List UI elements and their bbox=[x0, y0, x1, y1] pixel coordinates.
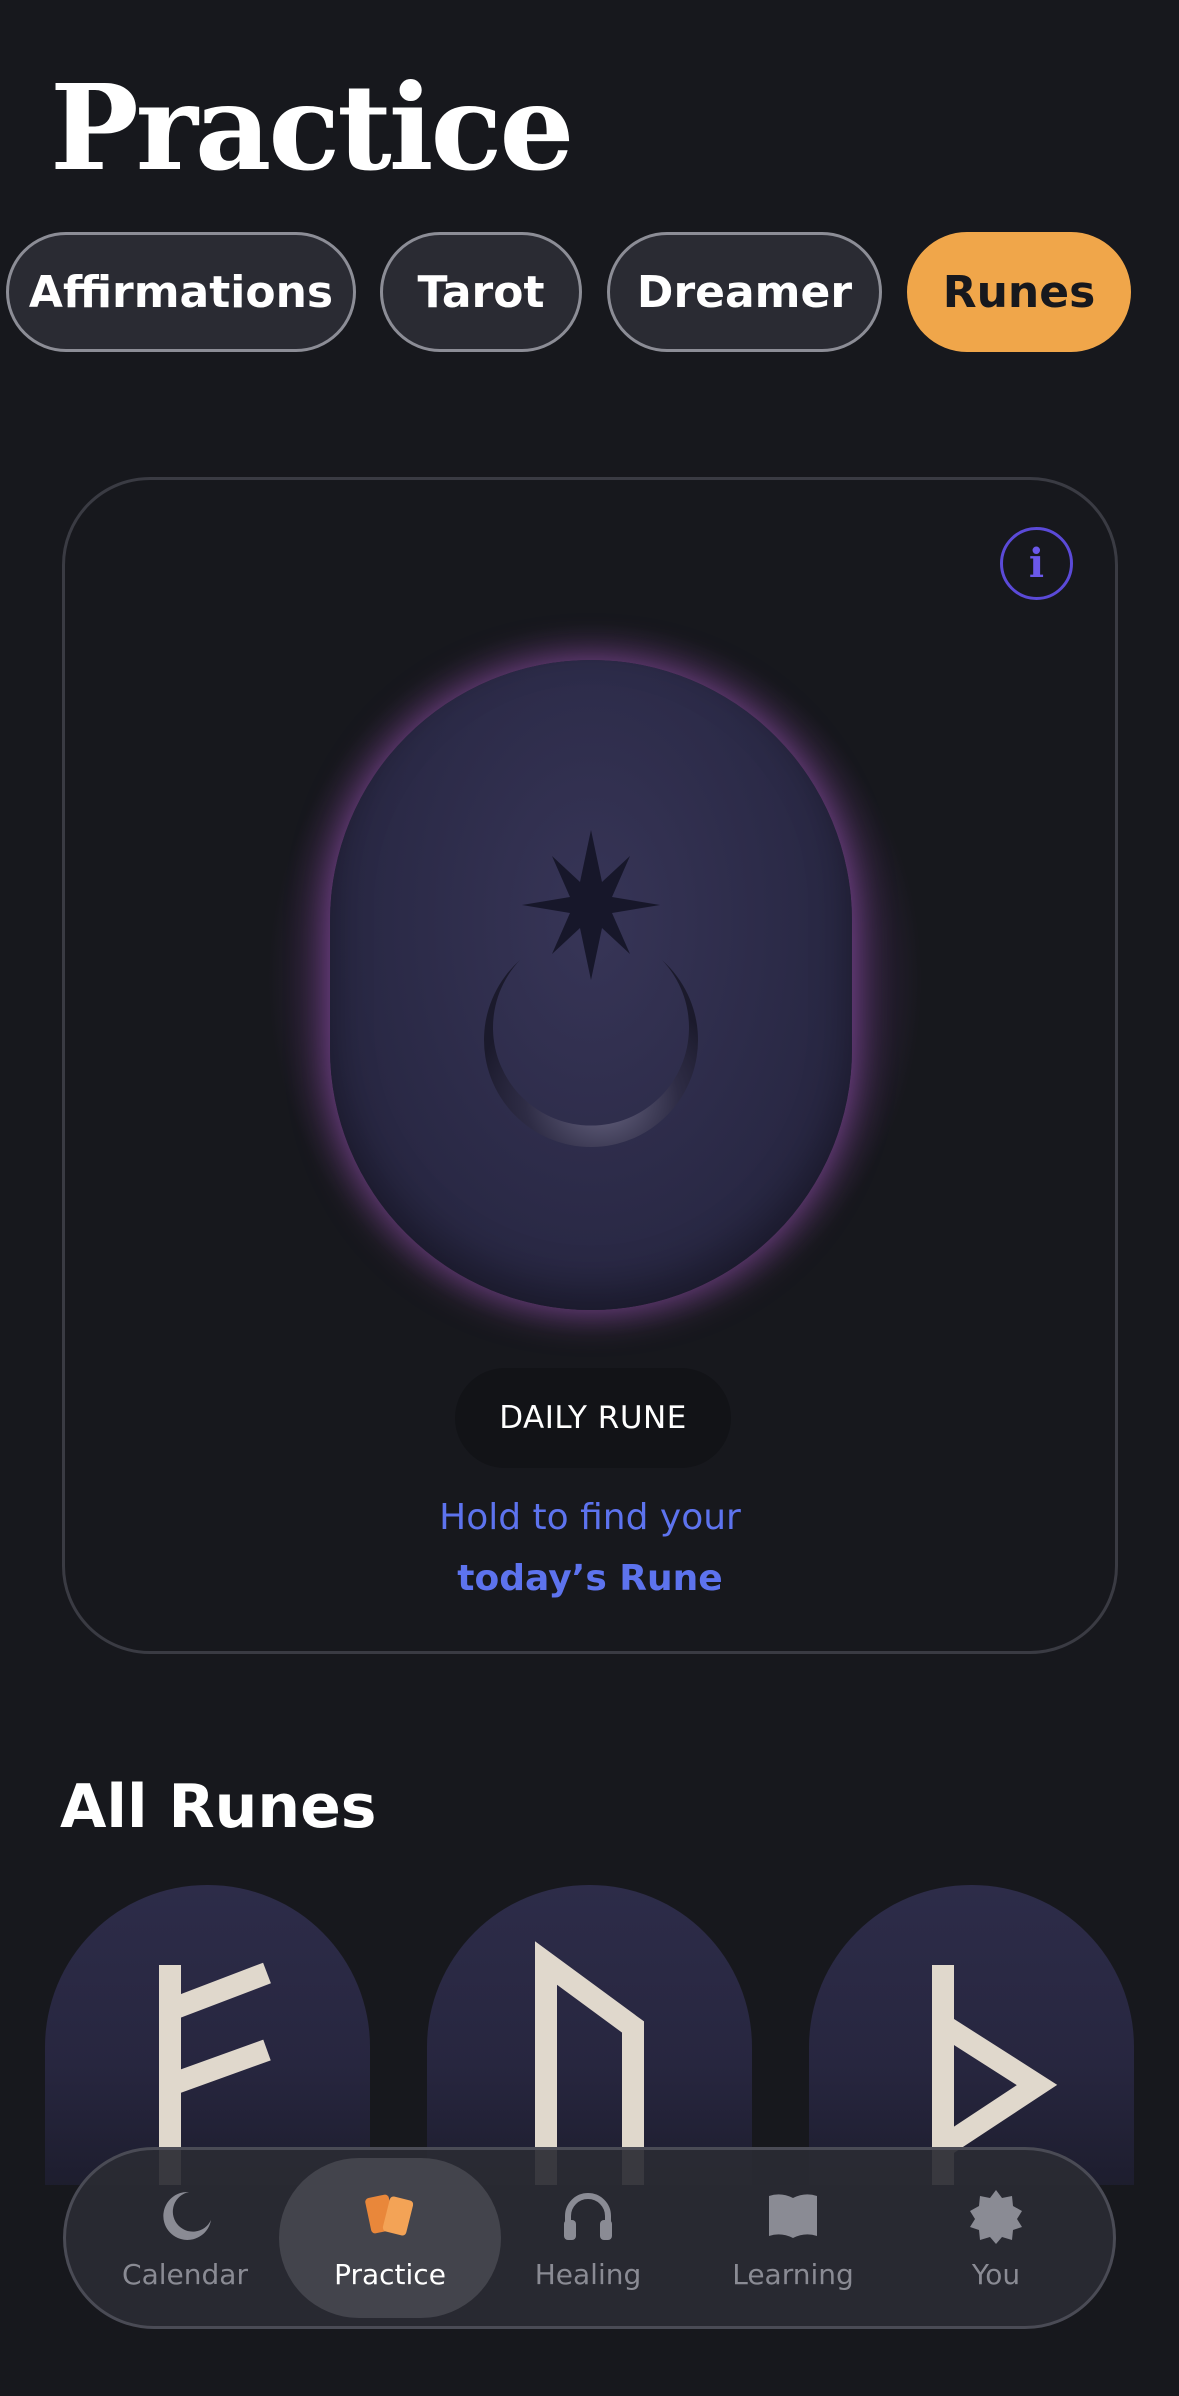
thurisaz-rune-icon bbox=[932, 1965, 1058, 2185]
nav-learning[interactable]: Learning bbox=[693, 2150, 893, 2326]
nav-learning-label: Learning bbox=[732, 2257, 854, 2291]
tab-tarot[interactable]: Tarot bbox=[380, 232, 582, 352]
nav-calendar[interactable]: Calendar bbox=[85, 2150, 285, 2326]
headphones-icon bbox=[564, 2192, 612, 2240]
all-runes-title: All Runes bbox=[60, 1772, 377, 1842]
nav-calendar-label: Calendar bbox=[122, 2257, 248, 2291]
moon-icon bbox=[163, 2191, 211, 2240]
nav-healing[interactable]: Healing bbox=[488, 2150, 688, 2326]
nav-you[interactable]: You bbox=[896, 2150, 1096, 2326]
tab-dreamer[interactable]: Dreamer bbox=[607, 232, 882, 352]
rune-tile-thurisaz[interactable] bbox=[809, 1885, 1134, 2185]
fehu-rune-icon bbox=[159, 1962, 271, 2185]
nav-practice-label: Practice bbox=[334, 2257, 446, 2291]
tab-affirmations[interactable]: Affirmations bbox=[6, 232, 356, 352]
practice-tabs: Affirmations Tarot Dreamer Runes bbox=[0, 232, 1179, 352]
tab-runes[interactable]: Runes bbox=[907, 232, 1131, 352]
book-icon bbox=[769, 2193, 817, 2238]
badge-icon bbox=[970, 2189, 1022, 2244]
hold-hint: Hold to find your bbox=[439, 1497, 741, 1538]
cards-icon bbox=[365, 2194, 414, 2236]
daily-rune-badge: DAILY RUNE bbox=[455, 1368, 731, 1468]
practice-screen: Practice Affirmations Tarot Dreamer Rune… bbox=[0, 0, 1179, 2396]
bottom-nav: Calendar Practice Healing Learning You bbox=[63, 2147, 1116, 2329]
nav-practice[interactable]: Practice bbox=[279, 2158, 501, 2318]
daily-rune-stone[interactable] bbox=[330, 660, 852, 1310]
nav-you-label: You bbox=[971, 2257, 1021, 2291]
star-moon-icon bbox=[484, 830, 698, 1148]
daily-rune-card: i DAILY RUNE Hold to find your today’s R… bbox=[62, 477, 1118, 1654]
info-button[interactable]: i bbox=[1000, 527, 1073, 600]
nav-healing-label: Healing bbox=[534, 2257, 642, 2291]
hold-hint-emphasis: today’s Rune bbox=[457, 1558, 723, 1599]
rune-tile-fehu[interactable] bbox=[45, 1885, 370, 2185]
rune-tile-uruz[interactable] bbox=[427, 1885, 752, 2185]
page-title: Practice bbox=[50, 58, 574, 197]
uruz-rune-icon bbox=[535, 1941, 644, 2185]
